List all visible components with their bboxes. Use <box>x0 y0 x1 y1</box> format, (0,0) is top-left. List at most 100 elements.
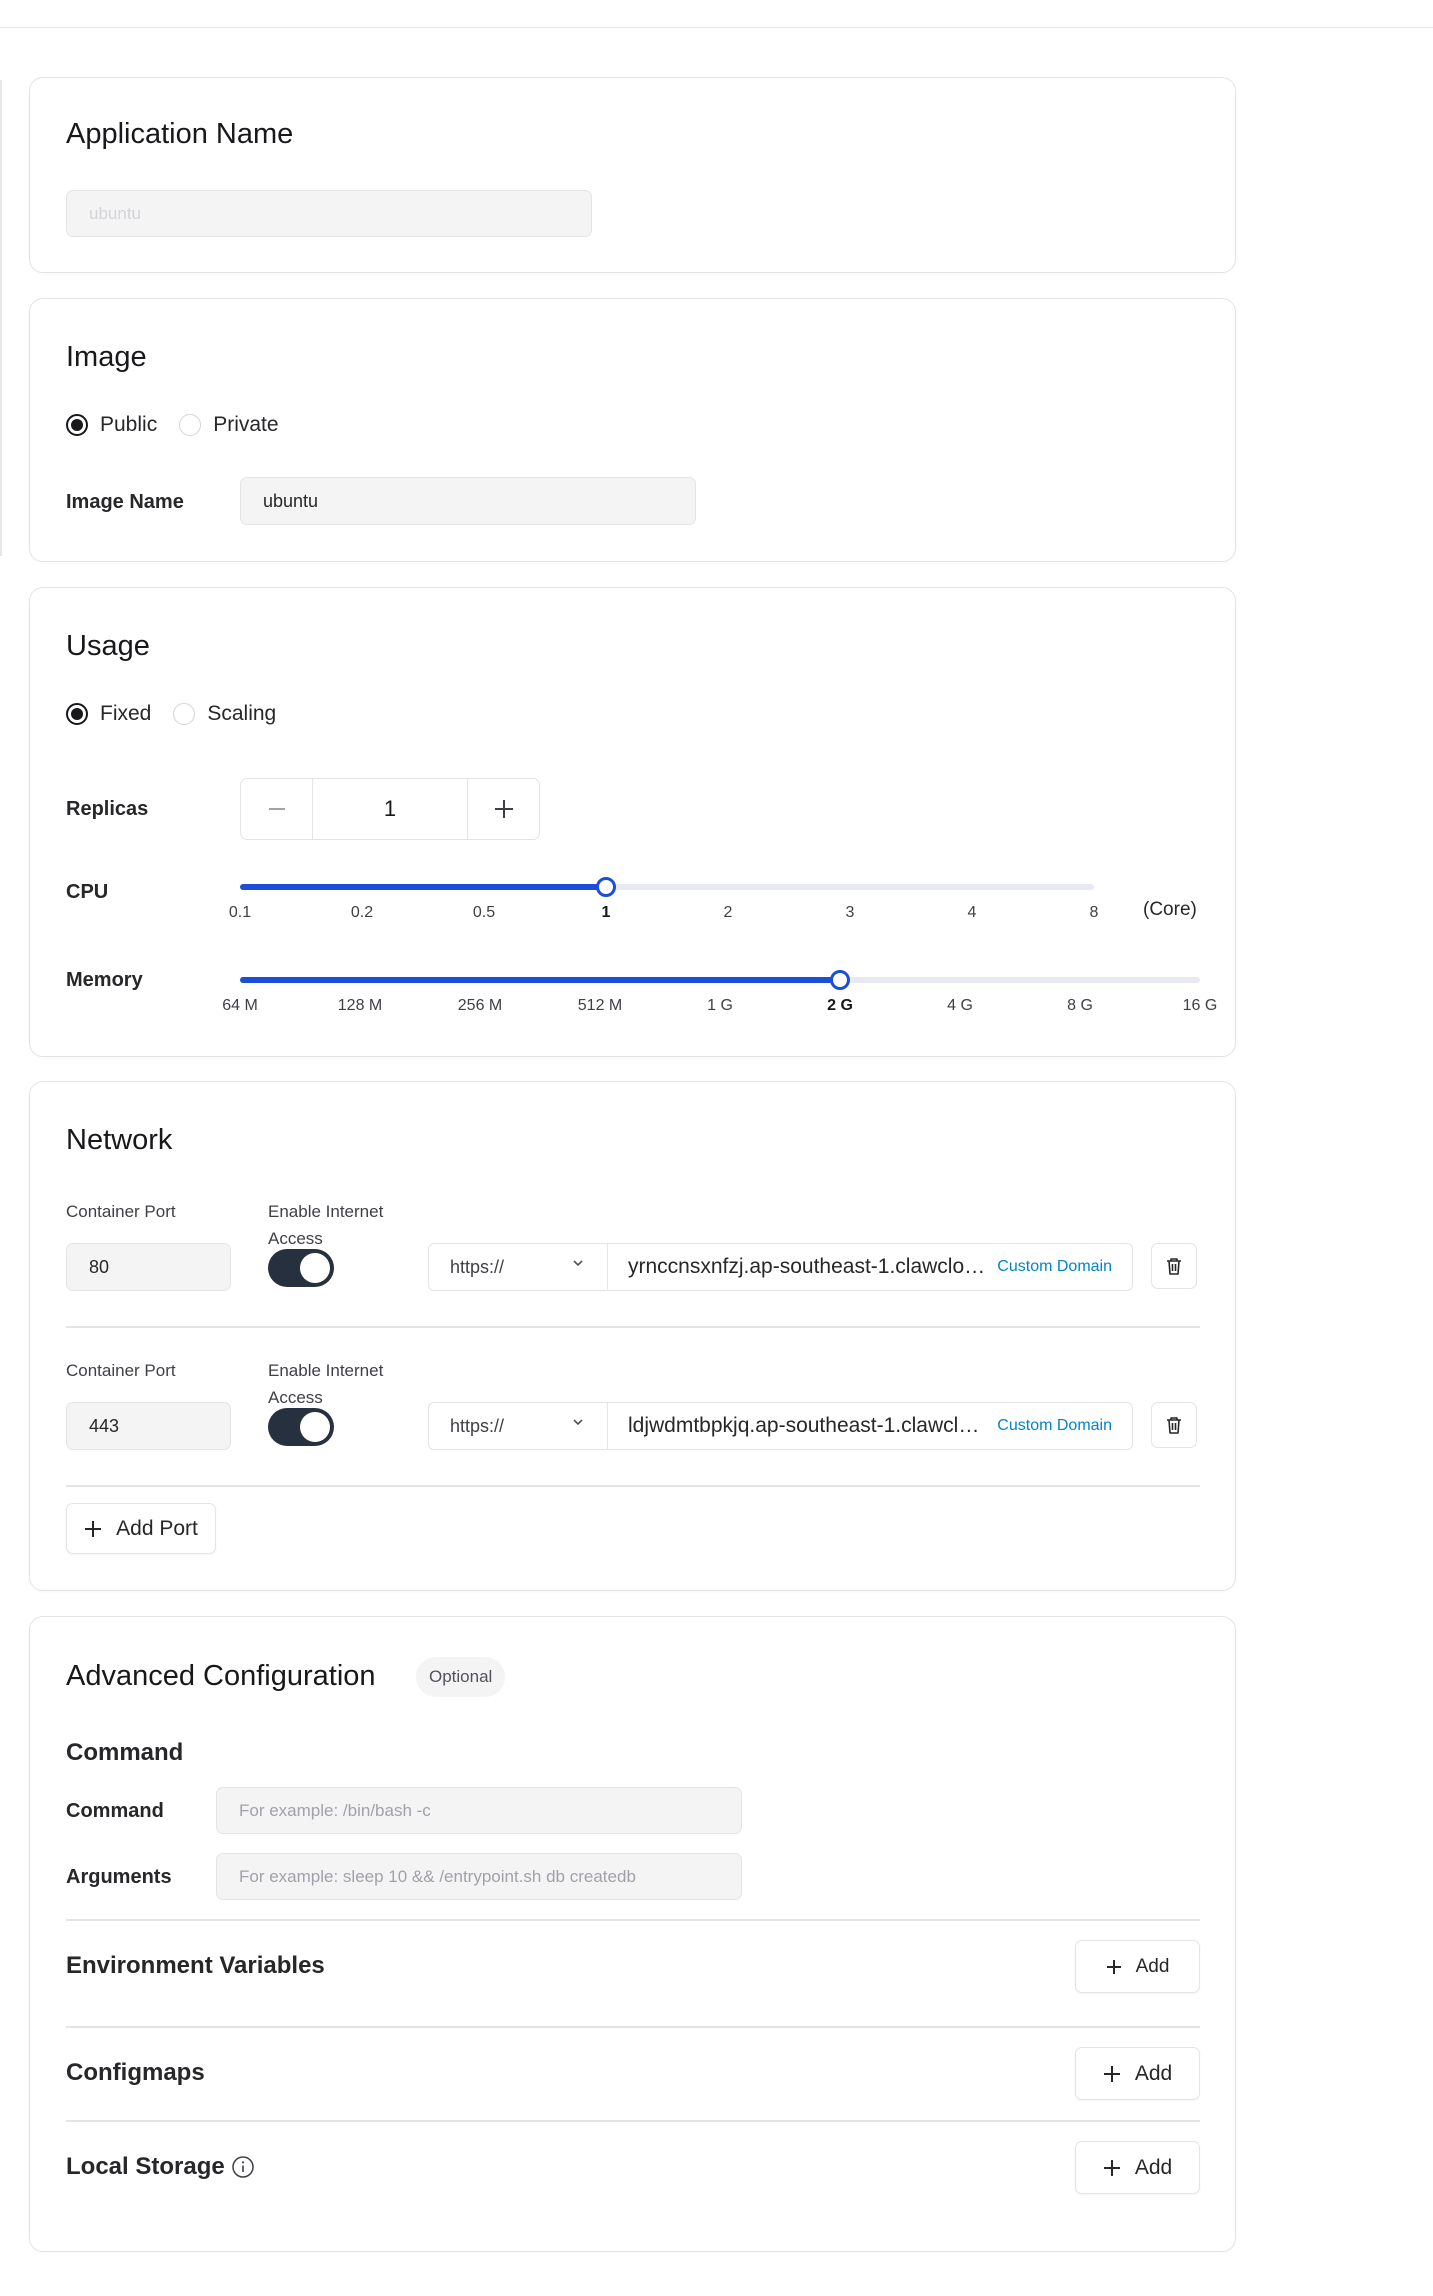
plus-icon <box>1103 2159 1120 2176</box>
port-divider <box>66 1485 1200 1487</box>
usage-mode-radio-group: Fixed Scaling <box>66 702 298 726</box>
section-divider <box>66 1919 1200 1921</box>
memory-tick-label: 512 M <box>577 997 623 1014</box>
cpu-slider[interactable] <box>240 877 1094 897</box>
toggle-knob <box>300 1253 330 1283</box>
protocol-select[interactable]: https:// <box>428 1243 608 1291</box>
section-divider <box>66 2026 1200 2028</box>
container-port-input[interactable]: 80 <box>66 1243 231 1291</box>
add-local-storage-button[interactable]: Add <box>1075 2141 1200 2194</box>
chevron-down-icon <box>573 1419 583 1426</box>
sidebar-edge <box>0 80 2 556</box>
cpu-tick-label: 8 <box>1089 904 1099 921</box>
protocol-select[interactable]: https:// <box>428 1402 608 1450</box>
advanced-configuration-card: Advanced Configuration Optional Command … <box>29 1616 1236 2252</box>
cpu-tick-label: 3 <box>845 904 855 921</box>
image-title: Image <box>66 341 147 373</box>
public-domain-value: yrnccnsxnfzj.ap-southeast-1.clawcloudrun… <box>628 1255 986 1278</box>
plus-icon <box>494 800 513 818</box>
increment-button[interactable] <box>467 779 539 839</box>
add-configmap-button[interactable]: Add <box>1075 2047 1200 2100</box>
replicas-label: Replicas <box>66 798 149 820</box>
memory-tick-label: 128 M <box>337 997 383 1014</box>
memory-tick-label: 256 M <box>457 997 503 1014</box>
add-port-button[interactable]: Add Port <box>66 1503 216 1554</box>
container-port-value: 443 <box>89 1415 120 1436</box>
add-port-label: Add Port <box>116 1516 198 1540</box>
add-label: Add <box>1134 2155 1173 2179</box>
cpu-tick-label: 4 <box>967 904 977 921</box>
delete-port-button[interactable] <box>1151 1243 1197 1289</box>
application-name-title: Application Name <box>66 118 294 150</box>
environment-variables-title: Environment Variables <box>66 1952 325 1979</box>
cpu-tick-label: 1 <box>601 904 611 921</box>
advanced-configuration-title: Advanced Configuration <box>66 1660 376 1692</box>
plus-icon <box>85 1520 102 1537</box>
toggle-knob <box>300 1412 330 1442</box>
container-port-label: Container Port <box>66 1361 176 1380</box>
internet-access-toggle[interactable] <box>268 1249 334 1287</box>
local-storage-title: Local Storage <box>66 2153 255 2181</box>
memory-slider[interactable] <box>240 970 1200 990</box>
image-card: Image Public Private Image Name ubuntu <box>29 298 1236 562</box>
info-icon[interactable] <box>231 2155 255 2179</box>
custom-domain-link[interactable]: Custom Domain <box>997 1258 1112 1276</box>
public-radio[interactable] <box>66 414 88 436</box>
scaling-radio[interactable] <box>173 703 196 725</box>
cpu-tick-label: 2 <box>723 904 733 921</box>
decrement-button[interactable] <box>241 779 313 839</box>
public-radio-label[interactable]: Public <box>100 413 157 437</box>
internet-access-toggle[interactable] <box>268 1408 334 1446</box>
section-divider <box>66 2120 1200 2122</box>
local-storage-label: Local Storage <box>66 2153 225 2180</box>
memory-tick-label: 1 G <box>707 997 733 1014</box>
container-port-input[interactable]: 443 <box>66 1402 231 1450</box>
replicas-value[interactable]: 1 <box>313 779 467 839</box>
add-environment-variable-button[interactable]: Add <box>1075 1940 1200 1993</box>
container-port-value: 80 <box>89 1256 110 1277</box>
delete-port-button[interactable] <box>1151 1402 1197 1448</box>
usage-title: Usage <box>66 630 150 662</box>
application-name-card: Application Name ubuntu <box>29 77 1236 273</box>
network-card: Network Container Port Enable Internet A… <box>29 1081 1236 1591</box>
enable-internet-label: Enable Internet Access <box>268 1202 384 1248</box>
fixed-radio[interactable] <box>66 703 88 725</box>
plus-icon <box>1103 2065 1120 2082</box>
add-label: Add <box>1134 2061 1173 2085</box>
memory-tick-label: 16 G <box>1182 997 1218 1014</box>
cpu-label: CPU <box>66 881 109 903</box>
application-name-input[interactable]: ubuntu <box>66 190 592 237</box>
private-radio-label[interactable]: Private <box>213 413 278 437</box>
command-placeholder: For example: /bin/bash -c <box>239 1800 431 1820</box>
usage-card: Usage Fixed Scaling Replicas 1 CPU 0.1 0.… <box>29 587 1236 1057</box>
image-visibility-radio-group: Public Private <box>66 413 301 437</box>
fixed-radio-label[interactable]: Fixed <box>100 702 151 726</box>
cpu-slider-fill <box>240 884 606 890</box>
scaling-radio-label[interactable]: Scaling <box>207 702 276 726</box>
memory-slider-thumb[interactable] <box>830 970 850 990</box>
top-bar <box>0 0 1433 28</box>
image-name-input[interactable]: ubuntu <box>240 477 696 525</box>
cpu-tick-label: 0.1 <box>228 904 252 921</box>
public-domain-field: yrnccnsxnfzj.ap-southeast-1.clawcloudrun… <box>608 1243 1133 1291</box>
command-input[interactable]: For example: /bin/bash -c <box>216 1787 742 1834</box>
arguments-placeholder: For example: sleep 10 && /entrypoint.sh … <box>239 1866 636 1886</box>
trash-icon <box>1167 1417 1181 1434</box>
add-label: Add <box>1135 1955 1170 1977</box>
public-domain-value: ldjwdmtbpkjq.ap-southeast-1.clawcloudrun… <box>628 1414 986 1437</box>
memory-tick-label: 8 G <box>1067 997 1093 1014</box>
container-port-label: Container Port <box>66 1202 176 1221</box>
plus-icon <box>1106 1959 1121 1974</box>
arguments-input[interactable]: For example: sleep 10 && /entrypoint.sh … <box>216 1853 742 1900</box>
optional-badge: Optional <box>416 1657 506 1697</box>
memory-slider-fill <box>240 977 840 983</box>
replicas-stepper: 1 <box>240 778 540 840</box>
cpu-tick-label: 0.2 <box>350 904 374 921</box>
private-radio[interactable] <box>179 414 202 436</box>
memory-tick-label: 4 G <box>947 997 973 1014</box>
image-name-value: ubuntu <box>263 490 319 511</box>
protocol-value: https:// <box>450 1256 505 1277</box>
custom-domain-link[interactable]: Custom Domain <box>997 1417 1112 1435</box>
cpu-slider-thumb[interactable] <box>596 877 616 897</box>
port-divider <box>66 1326 1200 1328</box>
